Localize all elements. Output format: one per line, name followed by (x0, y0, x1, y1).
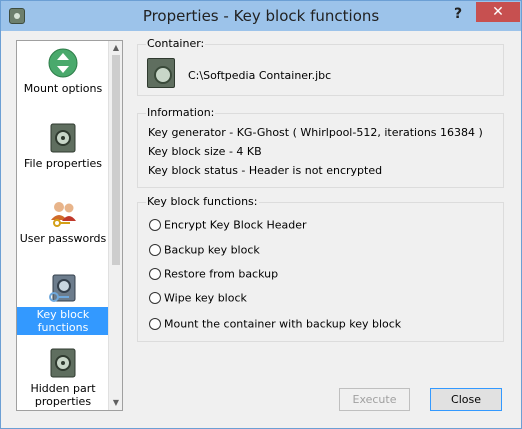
scroll-up-arrow-icon[interactable]: ▲ (111, 43, 121, 53)
sidebar-item-label: File properties (23, 157, 103, 170)
key-block-functions-group: Key block functions: Encrypt Key Block H… (137, 195, 504, 342)
container-group-title: Container: (146, 37, 206, 50)
container-group: Container: C:\Softpedia Container.jbc (137, 37, 504, 96)
mount-options-icon (48, 48, 78, 78)
sidebar-item-label: Key block functions (17, 307, 109, 335)
key-block-size-text: Key block size - 4 KB (148, 145, 262, 158)
radio-button[interactable] (149, 292, 161, 304)
close-window-button[interactable]: ✕ (476, 2, 520, 22)
radio-wipe-key-block[interactable]: Wipe key block (149, 291, 247, 305)
key-generator-text: Key generator - KG-Ghost ( Whirlpool-512… (148, 126, 483, 139)
sidebar-item-user-passwords[interactable]: User passwords (17, 198, 109, 246)
radio-backup-key-block[interactable]: Backup key block (149, 243, 260, 257)
radio-button[interactable] (149, 244, 161, 256)
radio-button[interactable] (149, 219, 161, 231)
file-properties-icon (50, 123, 76, 153)
key-block-functions-group-title: Key block functions: (146, 195, 259, 208)
sidebar-scrollbar[interactable]: ▲ ▼ (108, 41, 122, 410)
user-passwords-icon (51, 202, 76, 227)
sidebar-item-file-properties[interactable]: File properties (17, 123, 109, 171)
scrollbar-thumb[interactable] (112, 55, 120, 265)
sidebar-item-label: Hidden part properties (30, 382, 96, 408)
key-block-functions-icon (49, 274, 76, 302)
radio-button[interactable] (149, 318, 161, 330)
sidebar-item-hidden-part-properties[interactable]: Hidden part properties (17, 348, 109, 409)
title-bar: Properties - Key block functions ? ✕ (1, 1, 521, 31)
radio-restore-from-backup[interactable]: Restore from backup (149, 267, 278, 281)
execute-button[interactable]: Execute (339, 388, 410, 411)
hidden-part-properties-icon (50, 348, 76, 378)
radio-label: Restore from backup (164, 267, 279, 281)
sidebar-item-mount-options[interactable]: Mount options (17, 48, 109, 96)
information-group-title: Information: (146, 106, 216, 119)
properties-window: Properties - Key block functions ? ✕ Mou… (0, 0, 522, 429)
radio-mount-with-backup-key-block[interactable]: Mount the container with backup key bloc… (149, 317, 401, 331)
sidebar-item-key-block-functions[interactable]: Key block functions (17, 274, 109, 335)
radio-button[interactable] (149, 268, 161, 280)
sidebar-nav: Mount options File properties User passw… (16, 40, 123, 411)
scroll-down-arrow-icon[interactable]: ▼ (111, 398, 121, 408)
container-path: C:\Softpedia Container.jbc (188, 69, 332, 82)
radio-label: Encrypt Key Block Header (164, 218, 307, 232)
key-block-status-text: Key block status - Header is not encrypt… (148, 164, 383, 177)
sidebar-item-label: User passwords (19, 232, 107, 245)
radio-label: Mount the container with backup key bloc… (164, 317, 402, 331)
help-button[interactable]: ? (441, 3, 475, 25)
radio-label: Wipe key block (164, 291, 247, 305)
sidebar-item-label: Mount options (23, 82, 103, 95)
information-group: Information: Key generator - KG-Ghost ( … (137, 106, 504, 188)
close-button[interactable]: Close (430, 388, 502, 411)
radio-encrypt-key-block-header[interactable]: Encrypt Key Block Header (149, 218, 307, 232)
container-file-icon (147, 58, 175, 88)
radio-label: Backup key block (164, 243, 260, 257)
